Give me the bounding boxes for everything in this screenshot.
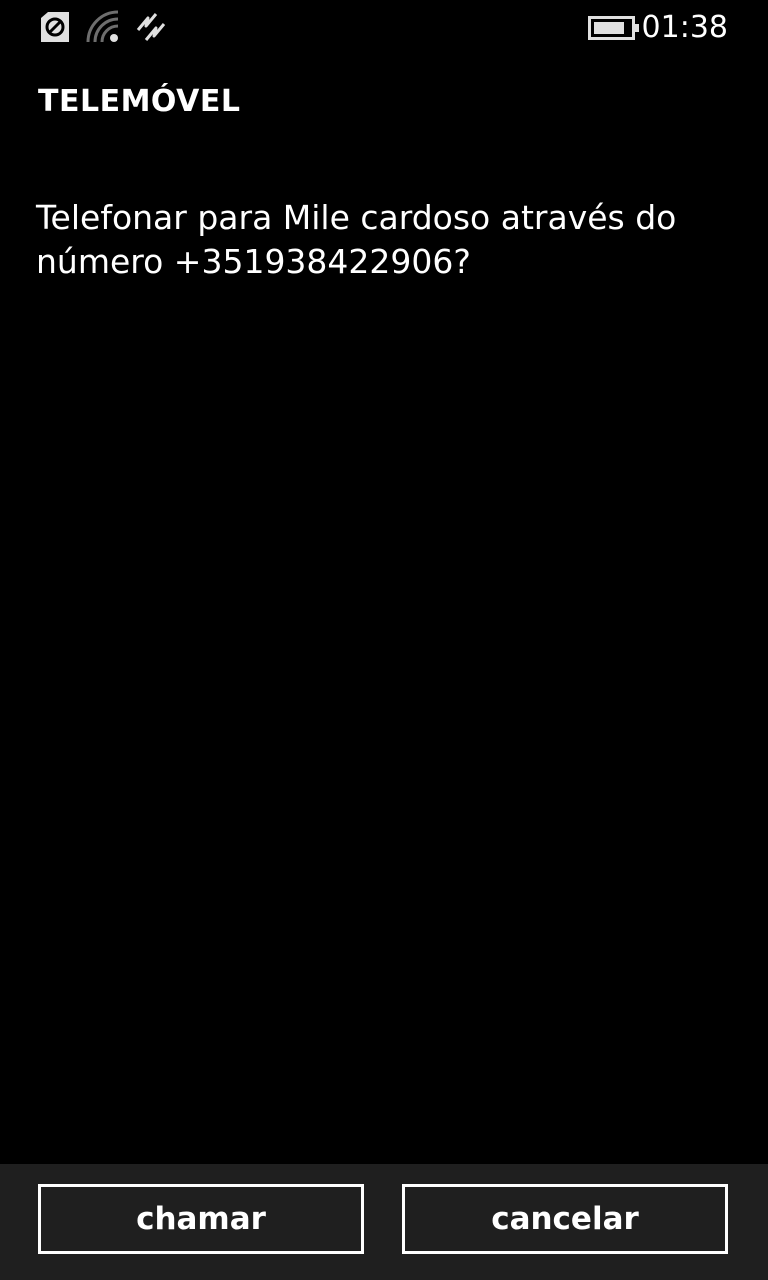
vibrate-icon [134, 10, 168, 44]
sim-lock-icon [38, 10, 72, 44]
status-clock: 01:38 [641, 10, 728, 45]
wifi-signal-icon [86, 10, 120, 44]
status-bar: 01:38 [0, 0, 768, 56]
battery-icon [588, 16, 640, 40]
call-button[interactable]: chamar [38, 1184, 364, 1254]
call-confirmation-screen: 01:38 TELEMÓVEL Telefonar para Mile card… [0, 0, 768, 1280]
app-title: TELEMÓVEL [38, 84, 241, 119]
call-confirmation-message: Telefonar para Mile cardoso através do n… [36, 198, 677, 281]
cancel-button[interactable]: cancelar [402, 1184, 728, 1254]
